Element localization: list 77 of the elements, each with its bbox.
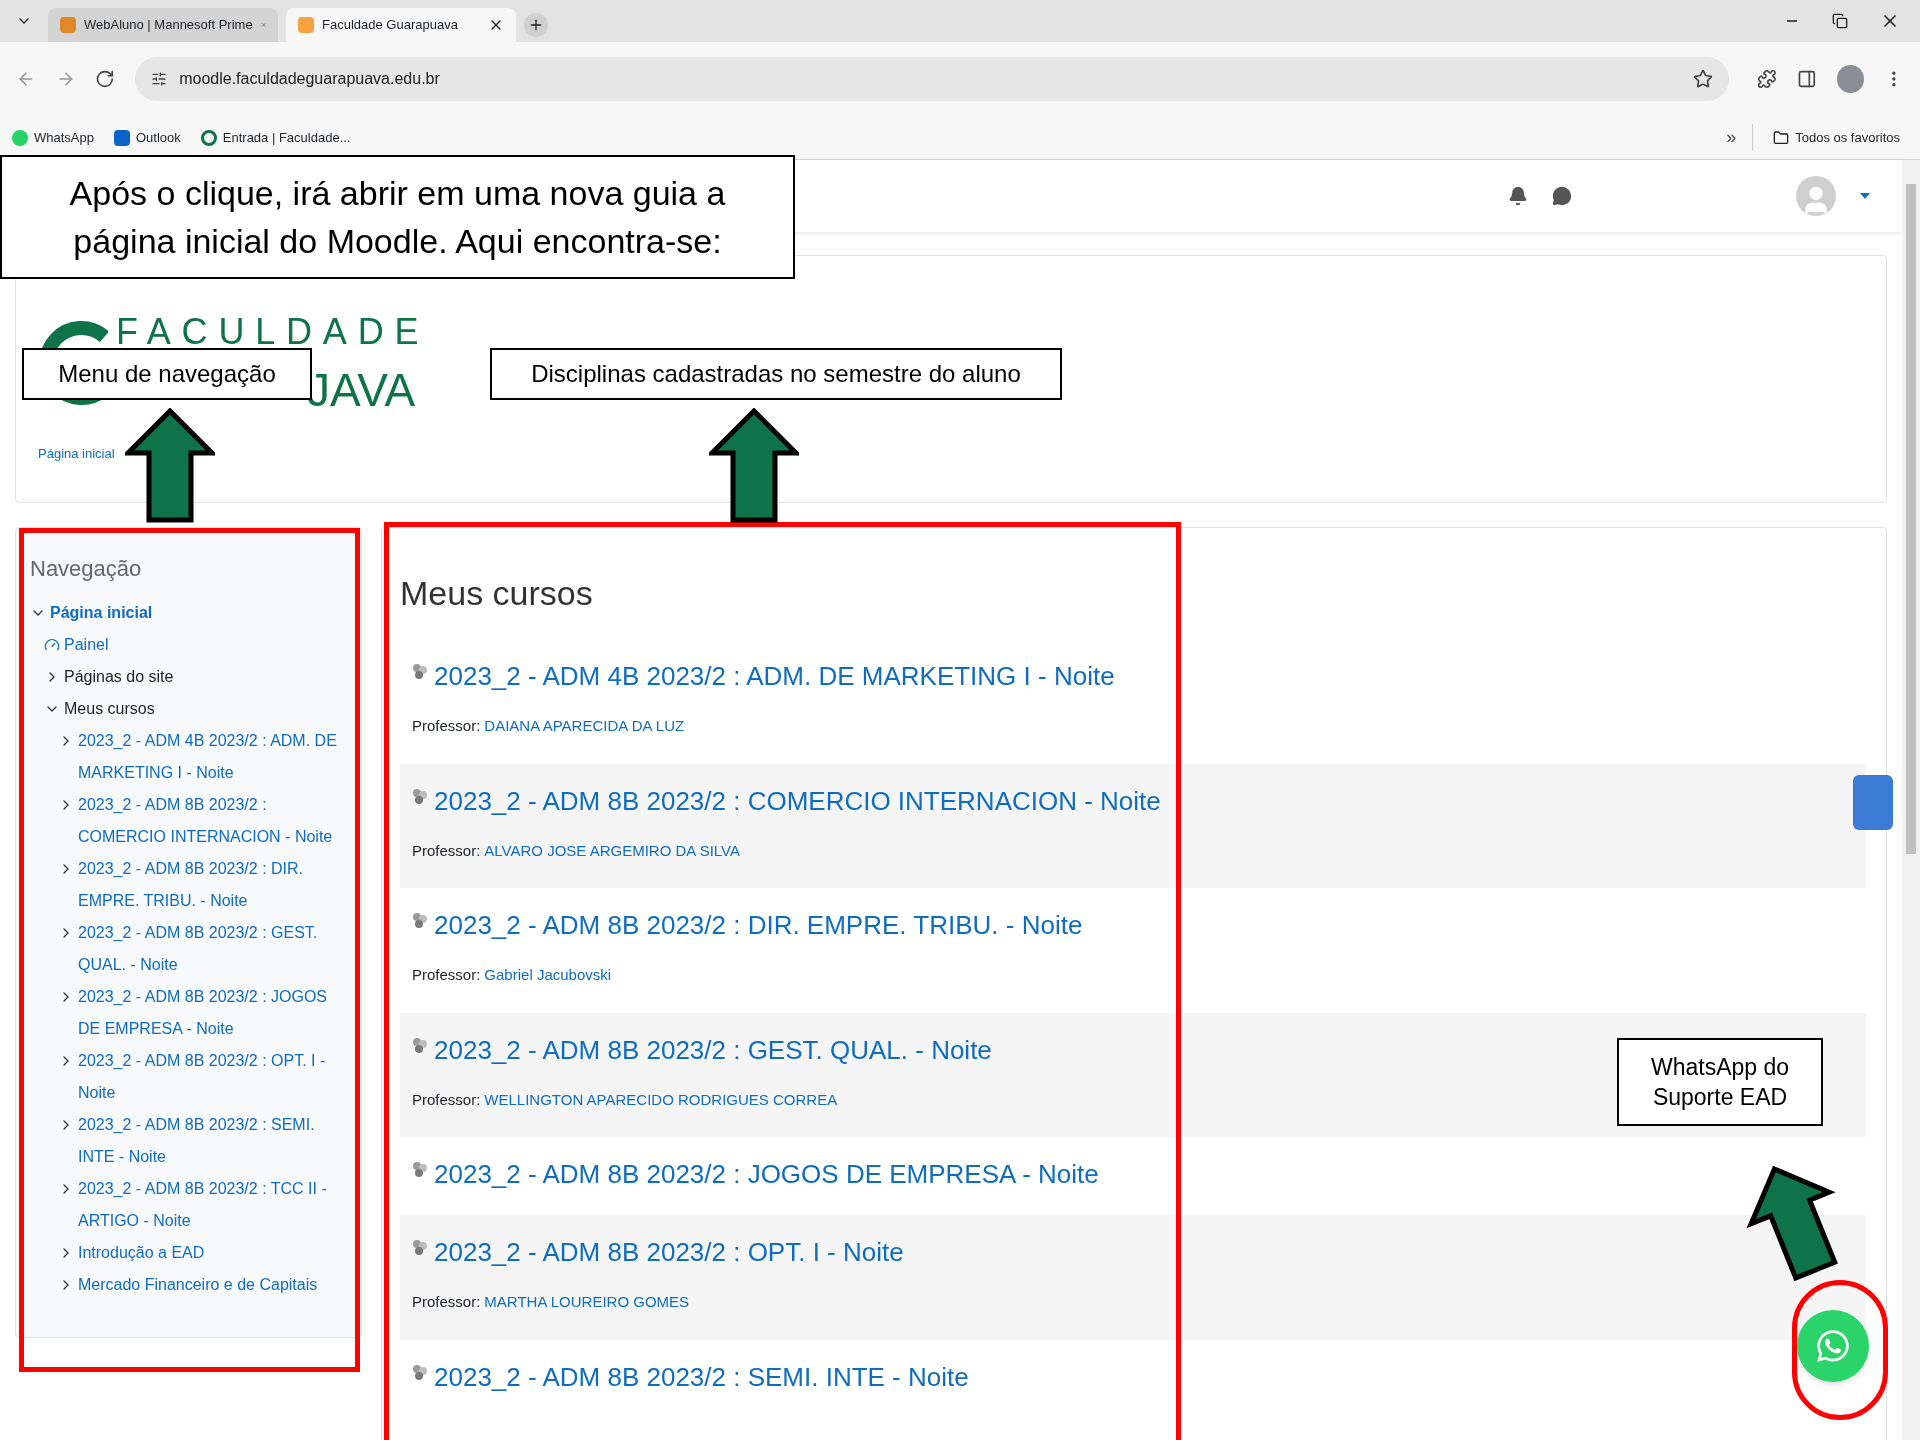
restore-icon[interactable] xyxy=(1832,13,1848,29)
course-icon xyxy=(412,663,428,681)
nav-item[interactable]: Página inicial xyxy=(50,597,153,629)
teacher-label: Professor: xyxy=(412,965,481,985)
side-panel-icon[interactable] xyxy=(1797,69,1817,89)
bookmark-link[interactable]: Outlook xyxy=(136,127,181,148)
nav-item[interactable]: 2023_2 - ADM 8B 2023/2 : JOGOS DE EMPRESA - Noite xyxy=(78,981,347,1045)
tab-favicon xyxy=(60,17,76,33)
nav-item[interactable]: 2023_2 - ADM 8B 2023/2 : GEST. QUAL. - Noite xyxy=(78,917,347,981)
teacher-label: Professor: xyxy=(412,840,481,861)
course-link[interactable]: 2023_2 - ADM 8B 2023/2 : JOGOS DE EMPRESA - Noite xyxy=(434,1159,1099,1189)
teacher-label: Professor: xyxy=(412,716,481,736)
notifications-icon[interactable] xyxy=(1508,186,1528,206)
nav-item[interactable]: Introdução a EAD xyxy=(78,1237,205,1269)
site-info-icon[interactable] xyxy=(151,71,168,87)
course-icon xyxy=(412,912,428,930)
caret-icon[interactable] xyxy=(1860,193,1870,199)
bookmark-icon xyxy=(200,129,217,146)
course-link[interactable]: 2023_2 - ADM 8B 2023/2 : DIR. EMPRE. TRIBU. - Noite xyxy=(434,910,1083,940)
teacher-link[interactable]: Gabriel Jacubovski xyxy=(484,964,612,987)
bookmark-link[interactable]: WhatsApp xyxy=(34,127,94,148)
teacher-label: Professor: xyxy=(412,1089,481,1110)
bookmark-folder-link[interactable]: Todos os favoritos xyxy=(1795,127,1900,148)
profile-avatar[interactable] xyxy=(1836,65,1865,93)
bookmark-star-icon[interactable] xyxy=(1693,69,1714,89)
bookmark-icon xyxy=(114,129,130,146)
course-link[interactable]: 2023_2 - ADM 8B 2023/2 : GEST. QUAL. - Noite xyxy=(434,1034,992,1065)
course-link[interactable]: 2023_2 - ADM 8B 2023/2 : COMERCIO INTERNACION - Noite xyxy=(434,785,1161,816)
nav-item[interactable]: Painel xyxy=(64,629,109,661)
annotation-text: Menu de navegação xyxy=(58,359,276,389)
nav-item[interactable]: 2023_2 - ADM 8B 2023/2 : SEMI. INTE - Noite xyxy=(78,1109,347,1173)
bookmark-link[interactable]: Entrada | Faculdade... xyxy=(222,127,351,148)
more-bookmarks-button[interactable]: » xyxy=(1726,124,1754,151)
whatsapp-icon xyxy=(1815,1328,1851,1364)
block-title: Navegação xyxy=(30,555,143,583)
teacher-label: Professor: xyxy=(412,1292,481,1312)
dashboard-icon xyxy=(44,637,60,653)
nav-item[interactable]: 2023_2 - ADM 4B 2023/2 : ADM. DE MARKETING I - Noite xyxy=(78,725,347,789)
url-text: moodle.faculdadeguarapuava.edu.br xyxy=(179,69,441,89)
teacher-link[interactable]: DAIANA APARECIDA DA LUZ xyxy=(484,715,685,738)
annotation-text: Disciplinas cadastradas no semestre do aluno xyxy=(531,359,1021,389)
teacher-link[interactable]: ALVARO JOSE ARGEMIRO DA SILVA xyxy=(484,839,740,862)
course-link[interactable]: 2023_2 - ADM 8B 2023/2 : OPT. I - Noite xyxy=(434,1237,904,1267)
nav-item[interactable]: 2023_2 - ADM 8B 2023/2 : OPT. I - Noite xyxy=(78,1045,347,1109)
course-icon xyxy=(412,1239,428,1257)
nav-item[interactable]: 2023_2 - ADM 8B 2023/2 : COMERCIO INTERNACION - Noite xyxy=(78,789,347,853)
course-icon xyxy=(412,1161,428,1179)
annotation-text: WhatsApp do Suporte EAD xyxy=(1649,1053,1791,1112)
course-link[interactable]: 2023_2 - ADM 8B 2023/2 : SEMI. INTE - Noite xyxy=(434,1361,969,1392)
reload-icon[interactable] xyxy=(95,69,116,89)
teacher-link[interactable]: WELLINGTON APARECIDO RODRIGUES CORREA xyxy=(484,1088,838,1111)
browser-tab[interactable]: Faculdade Guarapuava xyxy=(286,8,516,42)
logo-text: JAVA xyxy=(307,366,416,414)
teacher-link[interactable]: MARTHA LOUREIRO GOMES xyxy=(484,1291,690,1314)
tab-title: WebAluno | Mannesoft Prime xyxy=(84,16,253,35)
course-icon xyxy=(412,1363,428,1382)
breadcrumb-link[interactable]: Página inicial xyxy=(38,444,115,464)
tab-title: Faculdade Guarapuava xyxy=(322,16,459,35)
annotation-text: Após o clique, irá abrir em uma nova guia a página inicial do Moodle. Aqui encontra-se: xyxy=(68,173,727,262)
course-icon xyxy=(412,1036,428,1055)
browser-tab[interactable]: WebAluno | Mannesoft Prime xyxy=(48,8,278,42)
nav-item[interactable]: Mercado Financeiro e de Capitais xyxy=(78,1269,318,1301)
nav-item[interactable]: Meus cursos xyxy=(64,693,155,725)
bookmark-icon xyxy=(12,129,28,146)
address-bar[interactable]: moodle.faculdadeguarapuava.edu.br xyxy=(135,57,1730,101)
messages-icon[interactable] xyxy=(1552,186,1572,206)
course-icon xyxy=(412,787,428,806)
tab-favicon xyxy=(298,17,314,33)
nav-item[interactable]: 2023_2 - ADM 8B 2023/2 : DIR. EMPRE. TRIBU. - Noite xyxy=(78,853,347,917)
course-link[interactable]: 2023_2 - ADM 4B 2023/2 : ADM. DE MARKETING I - Noite xyxy=(434,661,1115,691)
section-title: Meus cursos xyxy=(400,573,594,614)
folder-icon xyxy=(1773,129,1790,146)
new-tab-icon[interactable] xyxy=(524,13,548,37)
nav-item[interactable]: Páginas do site xyxy=(64,661,174,693)
extensions-icon[interactable] xyxy=(1757,69,1777,89)
nav-item[interactable]: 2023_2 - ADM 8B 2023/2 : TCC II - ARTIGO - Noite xyxy=(78,1173,347,1237)
logo-text: FACULDADE xyxy=(116,312,430,352)
